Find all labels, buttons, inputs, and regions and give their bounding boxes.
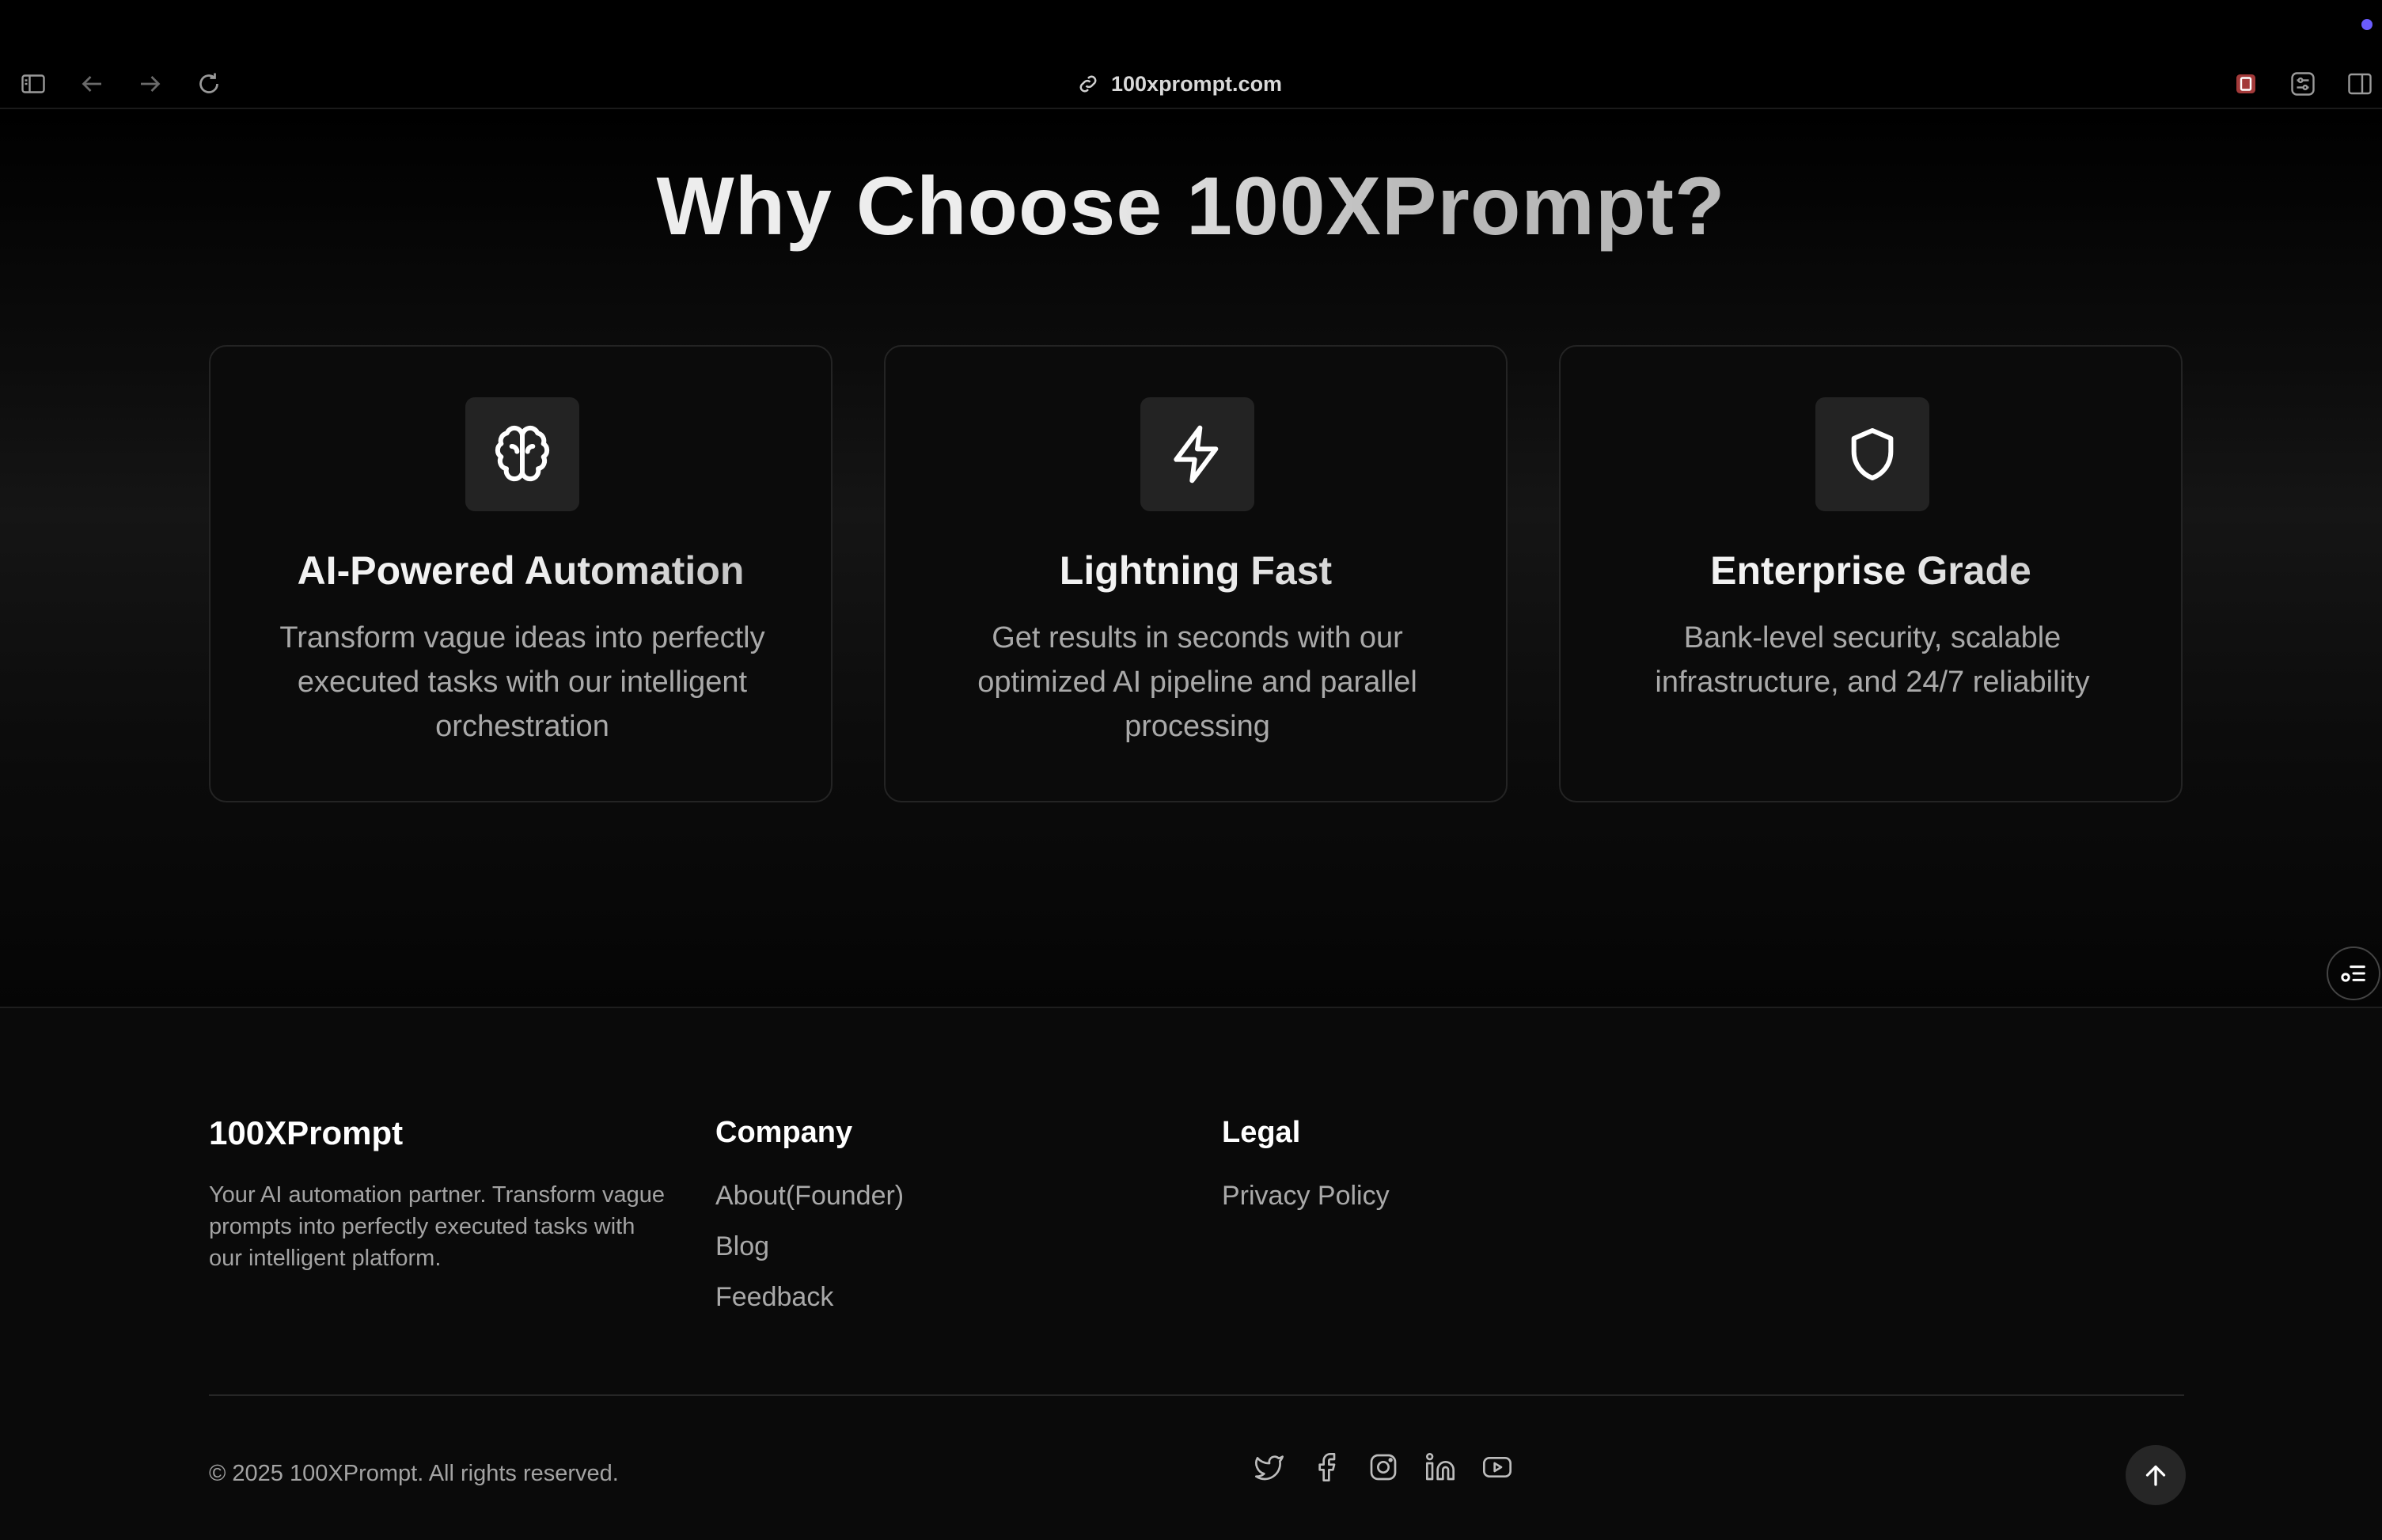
card-title: Enterprise Grade (1561, 548, 2181, 594)
icon-container (1140, 397, 1254, 511)
browser-toolbar: 100xprompt.com (0, 0, 2382, 109)
url-text: 100xprompt.com (1111, 71, 1283, 96)
tune-icon[interactable] (2287, 68, 2319, 100)
sidebar-toggle-icon[interactable] (17, 68, 49, 100)
footer: 100XPrompt Your AI automation partner. T… (0, 1007, 2382, 1540)
footer-link-feedback[interactable]: Feedback (715, 1279, 904, 1315)
footer-legal-title: Legal (1222, 1116, 1301, 1149)
footer-company-links: About(Founder) Blog Feedback (715, 1178, 904, 1315)
list-settings-icon (2341, 965, 2365, 982)
arrow-up-icon (2145, 1465, 2166, 1486)
card-description: Bank-level security, scalable infrastruc… (1655, 621, 2090, 699)
footer-brand-tagline: Your AI automation partner. Transform va… (209, 1182, 666, 1271)
footer-link-blog[interactable]: Blog (715, 1228, 904, 1265)
card-description: Get results in seconds with our optimize… (977, 621, 1417, 743)
link-icon (1079, 75, 1097, 93)
lightning-icon (1174, 425, 1219, 484)
social-links (1254, 1451, 1513, 1483)
features-section: Why Choose 100XPrompt? AI-Powered Automa… (0, 111, 2382, 1007)
footer-divider (209, 1394, 2184, 1396)
icon-container (1815, 397, 1929, 511)
card-description: Transform vague ideas into perfectly exe… (279, 621, 765, 743)
twitter-icon[interactable] (1254, 1451, 1285, 1483)
section-title: Why Choose 100XPrompt? (0, 160, 2382, 254)
floating-menu-button[interactable] (2327, 946, 2380, 1000)
feature-card-enterprise: Enterprise Grade Bank-level security, sc… (1559, 345, 2183, 802)
copyright-text: © 2025 100XPrompt. All rights reserved. (209, 1461, 619, 1486)
instagram-icon[interactable] (1367, 1451, 1399, 1483)
footer-legal-links: Privacy Policy (1222, 1178, 1390, 1214)
footer-link-about[interactable]: About(Founder) (715, 1178, 904, 1214)
footer-company-title: Company (715, 1116, 853, 1149)
brain-icon (495, 425, 550, 482)
footer-link-privacy[interactable]: Privacy Policy (1222, 1178, 1390, 1214)
forward-arrow-icon[interactable] (135, 68, 166, 100)
youtube-icon[interactable] (1481, 1451, 1513, 1483)
footer-brand-name: 100XPrompt (209, 1114, 404, 1151)
card-title: Lightning Fast (886, 548, 1506, 594)
reload-icon[interactable] (193, 68, 225, 100)
shield-icon (1851, 428, 1894, 480)
split-view-icon[interactable] (2344, 68, 2376, 100)
address-bar[interactable]: 100xprompt.com (1076, 66, 1282, 101)
back-arrow-icon[interactable] (76, 68, 108, 100)
scroll-to-top-button[interactable] (2126, 1445, 2186, 1505)
notification-dot (2361, 19, 2373, 30)
extension-icon[interactable] (2230, 68, 2262, 100)
feature-card-speed: Lightning Fast Get results in seconds wi… (884, 345, 1508, 802)
icon-container (465, 397, 579, 511)
card-title: AI-Powered Automation (211, 548, 831, 594)
linkedin-icon[interactable] (1424, 1451, 1456, 1483)
facebook-icon[interactable] (1310, 1451, 1342, 1483)
feature-card-automation: AI-Powered Automation Transform vague id… (209, 345, 833, 802)
